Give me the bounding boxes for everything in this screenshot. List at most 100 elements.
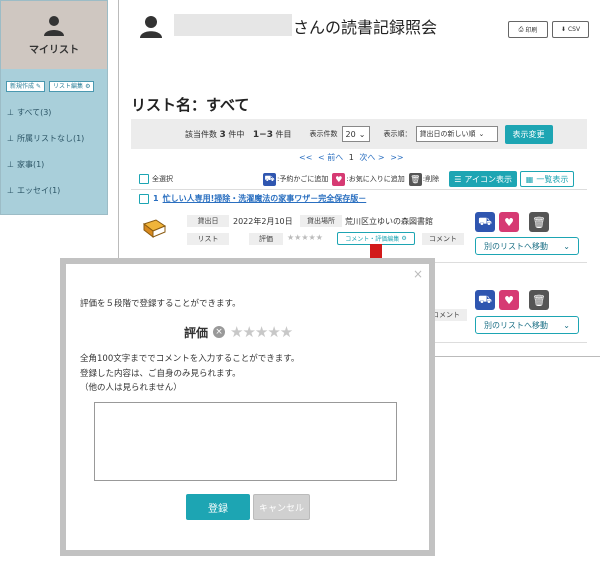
select-all-label: 全選択	[152, 175, 173, 183]
hits-range: 1−3	[252, 129, 273, 140]
csv-button[interactable]: ⬇ CSV	[552, 21, 589, 38]
heart-icon: ♥	[332, 172, 346, 186]
move-to-list-button[interactable]: 別のリストへ移動 ⌄	[475, 237, 579, 255]
sidebar-header: マイリスト	[1, 1, 107, 69]
last-page-link[interactable]: >>	[390, 153, 403, 162]
lend-place-label: 貸出場所	[300, 215, 342, 227]
next-page-link[interactable]: 次へ >	[359, 153, 384, 162]
sidebar-item-label: エッセイ(1)	[16, 186, 61, 195]
per-page-label: 表示件数	[309, 130, 338, 138]
divider	[131, 189, 587, 190]
sidebar-buttons: 新規作成 ✎ リスト編集 ⚙	[1, 69, 107, 100]
rating-stars-input[interactable]: ★★★★★	[230, 323, 293, 341]
heart-icon: ♥	[504, 215, 514, 229]
order-select[interactable]: 貸出日の新しい順 ⌄	[415, 126, 498, 142]
hits-range-suffix: 件目	[275, 129, 292, 139]
sidebar-item-unassigned[interactable]: ⊥ 所属リストなし(1)	[7, 126, 107, 152]
icon-view-button[interactable]: ☰ アイコン表示	[449, 171, 518, 187]
gear-icon: ⚙	[401, 235, 407, 242]
hits-prefix: 該当件数	[185, 129, 217, 139]
display-controls: 該当件数 3 件中 1−3 件目 表示件数 20 ⌄ 表示順： 貸出日の新しい順…	[131, 119, 587, 149]
trash-icon: 🗑	[532, 293, 546, 307]
pencil-icon: ✎	[36, 83, 42, 90]
user-icon	[140, 16, 162, 38]
order-value: 貸出日の新しい順	[419, 130, 476, 138]
per-page-select[interactable]: 20 ⌄	[341, 126, 370, 142]
register-button[interactable]: 登録	[186, 494, 250, 520]
tree-branch-icon: ⊥	[7, 134, 14, 143]
comment-note-text: 登録した内容は、ご自身のみ見られます。	[80, 369, 241, 379]
hit-count: 該当件数 3 件中 1−3 件目	[185, 129, 292, 140]
book-checkbox[interactable]	[139, 193, 149, 204]
first-page-link[interactable]: <<	[299, 153, 312, 162]
sidebar-list: ⊥ すべて(3) ⊥ 所属リストなし(1) ⊥ 家事(1) ⊥ エッセイ(1)	[1, 100, 107, 204]
edit-list-button[interactable]: リスト編集 ⚙	[49, 81, 95, 92]
book-number: 1	[153, 194, 159, 203]
gear-icon: ⚙	[85, 83, 91, 90]
grid-icon: ▦	[525, 174, 534, 184]
add-to-favorite-button[interactable]: ♥	[499, 290, 519, 310]
move-to-list-label: 別のリストへ移動	[484, 241, 548, 251]
list-view-label: 一覧表示	[536, 174, 569, 184]
rating-intro-text: 評価を５段階で登録することができます。	[80, 299, 241, 309]
chevron-down-icon: ⌄	[563, 320, 570, 330]
lend-date-value: 2022年2月10日	[233, 217, 293, 226]
new-list-button[interactable]: 新規作成 ✎	[6, 81, 46, 92]
cart-icon: ⛟	[478, 292, 492, 306]
prev-page-link[interactable]: < 前へ	[318, 153, 343, 162]
print-label: 印刷	[525, 27, 538, 34]
printer-icon: ⎙	[518, 25, 524, 33]
edit-list-label: リスト編集	[53, 83, 84, 90]
per-page-value: 20	[345, 129, 356, 139]
cancel-button[interactable]: キャンセル	[253, 494, 310, 520]
sidebar-item-all[interactable]: ⊥ すべて(3)	[7, 100, 107, 126]
download-icon: ⬇	[560, 26, 566, 33]
list-view-button[interactable]: ▦ 一覧表示	[520, 171, 575, 187]
rating-label: 評価	[184, 325, 209, 340]
mylist-sidebar: マイリスト 新規作成 ✎ リスト編集 ⚙ ⊥ すべて(3) ⊥ 所属リストなし(…	[0, 0, 108, 215]
chevron-down-icon: ⌄	[478, 130, 485, 138]
user-icon	[44, 16, 64, 36]
delete-button[interactable]: 🗑	[529, 290, 549, 310]
comment-textarea[interactable]	[94, 402, 397, 481]
move-to-list-label: 別のリストへ移動	[484, 320, 548, 330]
comment-label: コメント	[422, 233, 464, 245]
lend-date-label: 貸出日	[187, 215, 229, 227]
sidebar-item-essay[interactable]: ⊥ エッセイ(1)	[7, 178, 107, 204]
legend-delete: :削除	[422, 175, 440, 183]
apply-display-button[interactable]: 表示変更	[504, 124, 553, 144]
book-title-link[interactable]: 忙しい人専用!掃除・洗濯魔法の家事ワザ－完全保存版－	[163, 193, 367, 204]
lend-place-value: 荒川区立ゆいの森図書館	[345, 217, 433, 226]
chevron-down-icon: ⌄	[563, 241, 570, 251]
list-icon: ☰	[454, 174, 462, 184]
comment-note-text-2: （他の人は見られません）	[80, 383, 182, 393]
add-to-cart-button[interactable]: ⛟	[475, 290, 495, 310]
rating-stars: ★★★★★	[287, 233, 323, 242]
cart-icon: ⛟	[263, 172, 276, 186]
close-icon[interactable]: ×	[413, 267, 423, 281]
sidebar-item-label: すべて(3)	[16, 108, 52, 117]
delete-button[interactable]: 🗑	[529, 212, 549, 232]
list-name-heading: リスト名：すべて	[131, 96, 250, 114]
add-to-cart-button[interactable]: ⛟	[475, 212, 495, 232]
heart-icon: ♥	[504, 293, 514, 307]
list-label: リスト	[187, 233, 229, 245]
new-list-label: 新規作成	[10, 83, 35, 90]
sidebar-title: マイリスト	[29, 45, 79, 56]
masked-user-name	[174, 14, 292, 36]
pagination: << < 前へ 1 次へ > >>	[299, 152, 407, 163]
rating-row: 評価 × ★★★★★	[184, 323, 293, 341]
comment-intro-text: 全角100文字まででコメントを入力することができます。	[80, 354, 300, 364]
trash-icon: 🗑	[408, 172, 422, 186]
sidebar-item-housework[interactable]: ⊥ 家事(1)	[7, 152, 107, 178]
select-all-checkbox[interactable]	[139, 174, 149, 184]
move-to-list-button[interactable]: 別のリストへ移動 ⌄	[475, 316, 579, 334]
print-button[interactable]: ⎙ 印刷	[508, 21, 548, 38]
rating-label: 評価	[249, 233, 283, 245]
csv-label: CSV	[567, 26, 581, 33]
order-label: 表示順：	[383, 130, 412, 138]
clear-rating-icon[interactable]: ×	[213, 326, 226, 338]
add-to-favorite-button[interactable]: ♥	[499, 212, 519, 232]
icon-view-label: アイコン表示	[464, 174, 512, 184]
sidebar-item-label: 家事(1)	[16, 160, 45, 169]
